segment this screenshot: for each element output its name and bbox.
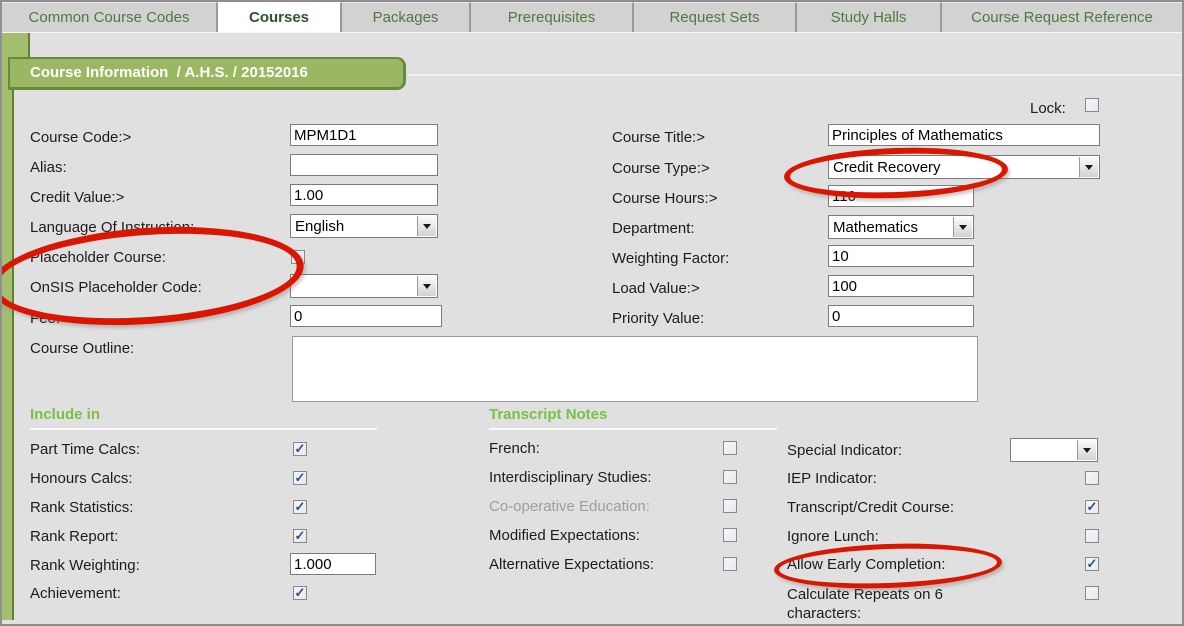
rank-weighting-label: Rank Weighting: bbox=[30, 557, 140, 574]
transcript-notes-underline bbox=[489, 428, 777, 430]
french-label: French: bbox=[489, 440, 540, 457]
rank-report-label: Rank Report: bbox=[30, 528, 118, 545]
banner-divider-line bbox=[408, 74, 1182, 76]
chevron-down-icon bbox=[1085, 165, 1093, 170]
course-title-label: Course Title:> bbox=[612, 129, 705, 146]
dropdown-button[interactable] bbox=[417, 276, 436, 296]
tab-bar: Common Course Codes Courses Packages Pre… bbox=[2, 2, 1182, 33]
calculate-repeats-label: Calculate Repeats on 6 characters: bbox=[787, 585, 1007, 623]
tab-request-sets[interactable]: Request Sets bbox=[634, 2, 797, 32]
course-type-label: Course Type:> bbox=[612, 160, 710, 177]
load-value-input[interactable] bbox=[828, 275, 974, 297]
credit-value-input[interactable] bbox=[290, 184, 438, 206]
alias-input[interactable] bbox=[290, 154, 438, 176]
onsis-placeholder-code-select[interactable] bbox=[290, 274, 438, 298]
special-indicator-select[interactable] bbox=[1010, 438, 1098, 462]
chevron-down-icon bbox=[423, 284, 431, 289]
course-title-input[interactable] bbox=[828, 124, 1100, 146]
include-in-underline bbox=[30, 428, 377, 430]
tab-courses[interactable]: Courses bbox=[218, 2, 342, 32]
achievement-checkbox[interactable]: ✓ bbox=[293, 586, 307, 600]
department-value: Mathematics bbox=[833, 219, 918, 236]
tab-packages[interactable]: Packages bbox=[342, 2, 471, 32]
weighting-factor-label: Weighting Factor: bbox=[612, 250, 729, 267]
lock-checkbox[interactable] bbox=[1085, 98, 1099, 112]
load-value-label: Load Value:> bbox=[612, 280, 700, 297]
tab-common-course-codes[interactable]: Common Course Codes bbox=[2, 2, 218, 32]
course-outline-label: Course Outline: bbox=[30, 340, 134, 357]
page-title-banner: Course Information / A.H.S. / 20152016 bbox=[8, 57, 406, 90]
weighting-factor-input[interactable] bbox=[828, 245, 974, 267]
ignore-lunch-checkbox[interactable] bbox=[1085, 529, 1099, 543]
iep-indicator-checkbox[interactable] bbox=[1085, 471, 1099, 485]
language-of-instruction-value: English bbox=[295, 218, 344, 235]
left-green-rail bbox=[2, 33, 14, 620]
achievement-label: Achievement: bbox=[30, 585, 121, 602]
allow-early-completion-checkbox[interactable]: ✓ bbox=[1085, 557, 1099, 571]
alias-label: Alias: bbox=[30, 159, 67, 176]
priority-value-label: Priority Value: bbox=[612, 310, 704, 327]
chevron-down-icon bbox=[1083, 448, 1091, 453]
include-in-section-title: Include in bbox=[30, 406, 100, 423]
language-of-instruction-select[interactable]: English bbox=[290, 214, 438, 238]
lock-label: Lock: bbox=[1030, 100, 1066, 117]
transcript-credit-course-checkbox[interactable]: ✓ bbox=[1085, 500, 1099, 514]
transcript-notes-section-title: Transcript Notes bbox=[489, 406, 607, 423]
rank-report-checkbox[interactable]: ✓ bbox=[293, 529, 307, 543]
modified-expectations-checkbox[interactable] bbox=[723, 528, 737, 542]
chevron-down-icon bbox=[959, 225, 967, 230]
dropdown-button[interactable] bbox=[953, 217, 972, 237]
alternative-expectations-checkbox[interactable] bbox=[723, 557, 737, 571]
red-circle-annotation-course-type bbox=[783, 144, 1009, 202]
transcript-credit-course-label: Transcript/Credit Course: bbox=[787, 499, 954, 516]
tab-course-request-reference[interactable]: Course Request Reference bbox=[942, 2, 1182, 32]
rank-statistics-checkbox[interactable]: ✓ bbox=[293, 500, 307, 514]
cooperative-education-label: Co-operative Education: bbox=[489, 498, 650, 515]
calculate-repeats-checkbox[interactable] bbox=[1085, 586, 1099, 600]
dropdown-button[interactable] bbox=[417, 216, 436, 236]
credit-value-label: Credit Value:> bbox=[30, 189, 124, 206]
department-label: Department: bbox=[612, 220, 695, 237]
course-outline-textarea[interactable] bbox=[292, 336, 978, 402]
dropdown-button[interactable] bbox=[1079, 157, 1098, 177]
course-code-input[interactable] bbox=[290, 124, 438, 146]
alternative-expectations-label: Alternative Expectations: bbox=[489, 556, 654, 573]
modified-expectations-label: Modified Expectations: bbox=[489, 527, 640, 544]
course-hours-label: Course Hours:> bbox=[612, 190, 717, 207]
department-select[interactable]: Mathematics bbox=[828, 215, 974, 239]
special-indicator-label: Special Indicator: bbox=[787, 442, 902, 459]
ignore-lunch-label: Ignore Lunch: bbox=[787, 528, 879, 545]
priority-value-input[interactable] bbox=[828, 305, 974, 327]
part-time-calcs-label: Part Time Calcs: bbox=[30, 441, 140, 458]
fee-input[interactable] bbox=[290, 305, 442, 327]
course-code-label: Course Code:> bbox=[30, 129, 131, 146]
chevron-down-icon bbox=[423, 224, 431, 229]
iep-indicator-label: IEP Indicator: bbox=[787, 470, 877, 487]
part-time-calcs-checkbox[interactable]: ✓ bbox=[293, 442, 307, 456]
honours-calcs-label: Honours Calcs: bbox=[30, 470, 133, 487]
rank-weighting-input[interactable] bbox=[290, 553, 376, 575]
interdisciplinary-studies-label: Interdisciplinary Studies: bbox=[489, 469, 652, 486]
interdisciplinary-studies-checkbox[interactable] bbox=[723, 470, 737, 484]
rank-statistics-label: Rank Statistics: bbox=[30, 499, 133, 516]
tab-study-halls[interactable]: Study Halls bbox=[797, 2, 942, 32]
dropdown-button[interactable] bbox=[1077, 440, 1096, 460]
page-title: Course Information / A.H.S. / 20152016 bbox=[10, 59, 403, 81]
tab-prerequisites[interactable]: Prerequisites bbox=[471, 2, 634, 32]
french-checkbox[interactable] bbox=[723, 441, 737, 455]
banner-stub bbox=[2, 33, 30, 59]
honours-calcs-checkbox[interactable]: ✓ bbox=[293, 471, 307, 485]
cooperative-education-checkbox[interactable] bbox=[723, 499, 737, 513]
course-information-window: Common Course Codes Courses Packages Pre… bbox=[0, 0, 1184, 626]
